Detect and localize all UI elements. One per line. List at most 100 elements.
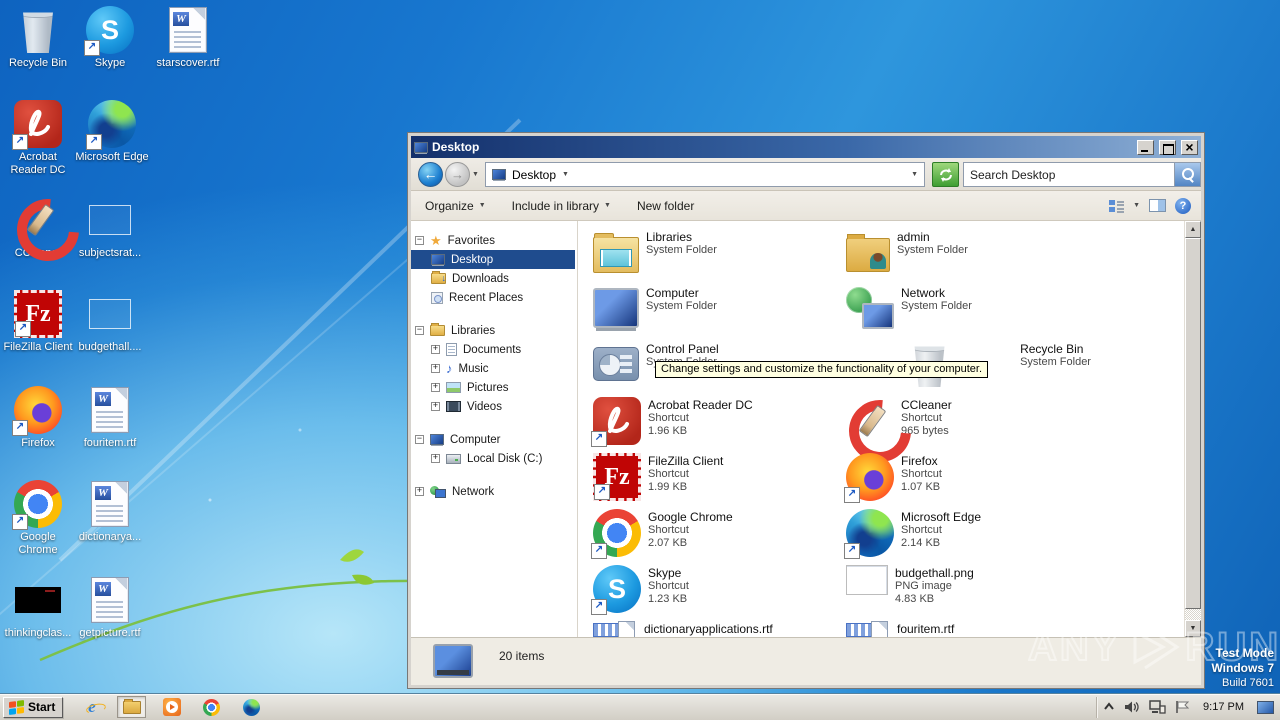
network-icon[interactable] xyxy=(1149,700,1166,714)
desktop-icon-chrome[interactable]: Google Chrome xyxy=(2,480,74,557)
vertical-scrollbar[interactable]: ▲ ▼ xyxy=(1184,221,1201,637)
scroll-up-button[interactable]: ▲ xyxy=(1185,221,1201,238)
desktop-icon-recycle-bin[interactable]: Recycle Bin xyxy=(2,6,74,70)
chrome-taskbar-button[interactable] xyxy=(197,696,226,718)
black-thumbnail-icon xyxy=(15,587,61,613)
show-hidden-icons-chevron[interactable] xyxy=(1103,701,1115,713)
expand-icon[interactable]: + xyxy=(431,454,440,463)
taskbar-clock[interactable]: 9:17 PM xyxy=(1199,701,1248,713)
title-bar[interactable]: Desktop xyxy=(411,136,1201,158)
edge-taskbar-button[interactable] xyxy=(237,696,266,718)
windows-explorer-button[interactable] xyxy=(117,696,147,718)
file-item-budgethall[interactable]: budgethall.png PNG image 4.83 KB xyxy=(846,565,1091,606)
desktop-icon-budgethall[interactable]: budgethall.... xyxy=(74,290,146,354)
back-button[interactable]: ← xyxy=(418,162,443,187)
address-history-icon[interactable]: ▼ xyxy=(911,171,918,178)
skype-icon xyxy=(591,565,641,615)
start-button[interactable]: Start xyxy=(3,696,64,718)
edge-icon xyxy=(243,698,261,716)
file-item-skype[interactable]: SkypeShortcut1.23 KB xyxy=(591,565,838,615)
file-item-firefox[interactable]: FirefoxShortcut1.07 KB xyxy=(844,453,1091,503)
internet-explorer-button[interactable]: e xyxy=(77,696,106,718)
scroll-down-button[interactable]: ▼ xyxy=(1185,620,1201,637)
nav-network[interactable]: + Network xyxy=(411,482,577,501)
nav-downloads[interactable]: Downloads xyxy=(411,269,577,288)
status-bar: 20 items xyxy=(411,637,1201,685)
desktop-icon-firefox[interactable]: Firefox xyxy=(2,386,74,450)
search-input[interactable] xyxy=(964,163,1174,186)
desktop-icon-ccleaner[interactable]: CCleaner xyxy=(2,196,74,260)
explorer-window: Desktop ← → ▼ Desktop ▼ ▼ xyxy=(408,133,1204,688)
nav-local-disk-c[interactable]: + Local Disk (C:) xyxy=(411,449,577,468)
show-desktop-button[interactable] xyxy=(1257,700,1274,714)
volume-icon[interactable] xyxy=(1124,700,1140,714)
nav-favorites[interactable]: −Favorites xyxy=(411,231,577,250)
file-item-computer[interactable]: Computer System Folder xyxy=(593,285,838,328)
view-dropdown-icon[interactable]: ▼ xyxy=(1133,202,1140,209)
nav-videos[interactable]: + Videos xyxy=(411,397,577,416)
nav-desktop[interactable]: Desktop xyxy=(411,250,575,269)
videos-icon xyxy=(446,401,461,412)
expand-icon[interactable]: + xyxy=(431,402,440,411)
file-item-filezilla[interactable]: FileZilla ClientShortcut1.99 KB xyxy=(593,453,838,501)
new-folder-button[interactable]: New folder xyxy=(637,199,694,213)
forward-button[interactable]: → xyxy=(445,162,470,187)
desktop-icon-subjectsrat[interactable]: subjectsrat... xyxy=(74,196,146,260)
action-center-flag-icon[interactable] xyxy=(1175,700,1190,714)
file-item-acrobat[interactable]: Acrobat Reader DCShortcut1.96 KB xyxy=(591,397,838,447)
include-in-library-button[interactable]: Include in library ▼ xyxy=(512,199,611,213)
nav-recent-places[interactable]: Recent Places xyxy=(411,288,577,307)
desktop-screen: Recycle Bin Skype starscover.rtf Acrobat… xyxy=(0,0,1280,720)
nav-computer[interactable]: − Computer xyxy=(411,430,577,449)
desktop-icon-filezilla[interactable]: FileZilla Client xyxy=(0,290,76,354)
file-list: Libraries System Folder admin System Folde… xyxy=(578,221,1184,637)
file-item-edge[interactable]: Microsoft EdgeShortcut2.14 KB xyxy=(844,509,1091,559)
file-item-fouritem[interactable]: fouritem.rtf xyxy=(846,621,1091,637)
desktop-icon-fouritem[interactable]: fouritem.rtf xyxy=(74,386,146,450)
rtf-document-icon xyxy=(846,621,890,637)
file-item-ccleaner[interactable]: CCleaner Shortcut 965 bytes xyxy=(846,397,1091,445)
close-button[interactable] xyxy=(1181,139,1198,155)
scrollbar-thumb[interactable] xyxy=(1185,238,1201,609)
chrome-icon xyxy=(12,480,62,530)
nav-pictures[interactable]: + Pictures xyxy=(411,378,577,397)
search-button[interactable] xyxy=(1174,163,1200,186)
expand-icon[interactable]: + xyxy=(431,383,440,392)
file-item-chrome[interactable]: Google ChromeShortcut2.07 KB xyxy=(591,509,838,559)
media-player-icon xyxy=(162,698,181,716)
desktop-icon-dictionarya[interactable]: dictionarya... xyxy=(74,480,146,544)
address-chevron-icon[interactable]: ▼ xyxy=(562,171,569,178)
file-item-network[interactable]: Network System Folder xyxy=(846,285,1091,333)
nav-music[interactable]: +Music xyxy=(411,359,577,378)
minimize-button[interactable] xyxy=(1137,139,1154,155)
organize-button[interactable]: Organize ▼ xyxy=(425,199,486,213)
rtf-document-icon xyxy=(593,621,637,637)
desktop-icon-thinkingclas[interactable]: thinkingclas... xyxy=(0,576,76,640)
collapse-icon[interactable]: − xyxy=(415,326,424,335)
preview-pane-button[interactable] xyxy=(1149,199,1166,212)
address-bar[interactable]: Desktop ▼ ▼ xyxy=(485,162,925,187)
refresh-button[interactable] xyxy=(932,162,959,187)
file-item-libraries[interactable]: Libraries System Folder xyxy=(593,229,838,273)
desktop-icon-getpicture[interactable]: getpicture.rtf xyxy=(74,576,146,640)
png-broken-image-icon xyxy=(846,565,888,595)
pictures-icon xyxy=(446,382,461,393)
collapse-icon[interactable]: − xyxy=(415,435,424,444)
nav-documents[interactable]: + Documents xyxy=(411,340,577,359)
expand-icon[interactable]: + xyxy=(415,487,424,496)
disk-icon xyxy=(446,453,461,464)
expand-icon[interactable]: + xyxy=(431,345,440,354)
desktop-icon-edge[interactable]: Microsoft Edge xyxy=(64,100,160,164)
help-button[interactable]: ? xyxy=(1175,197,1191,214)
media-player-button[interactable] xyxy=(157,696,186,718)
expand-icon[interactable]: + xyxy=(431,364,440,373)
file-item-dictionaryapplications[interactable]: dictionaryapplications.rtf xyxy=(593,621,838,637)
maximize-button[interactable] xyxy=(1159,139,1176,155)
desktop-icon-starscover[interactable]: starscover.rtf xyxy=(146,6,230,70)
history-dropdown-icon[interactable]: ▼ xyxy=(472,171,479,178)
nav-libraries[interactable]: − Libraries xyxy=(411,321,577,340)
collapse-icon[interactable]: − xyxy=(415,236,424,245)
desktop-icon-skype[interactable]: Skype xyxy=(74,6,146,70)
change-view-button[interactable] xyxy=(1109,199,1125,212)
file-item-admin[interactable]: admin System Folder xyxy=(846,229,1091,272)
